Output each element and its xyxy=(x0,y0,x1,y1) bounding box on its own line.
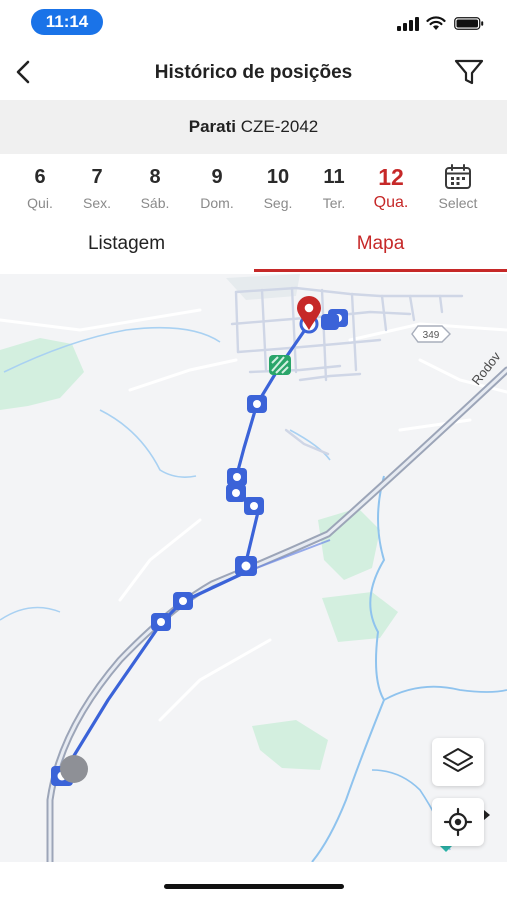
river xyxy=(383,685,507,701)
chevron-left-icon xyxy=(16,60,30,84)
date-number: 10 xyxy=(266,166,290,188)
date-number: 12 xyxy=(378,164,404,190)
location-pin-icon xyxy=(297,296,321,334)
date-weekday: Dom. xyxy=(200,195,234,211)
date-item-7[interactable]: 7 Sex. xyxy=(69,164,125,211)
tab-mapa[interactable]: Mapa xyxy=(254,220,507,274)
position-marker xyxy=(235,556,257,576)
battery-icon xyxy=(454,17,484,30)
position-marker xyxy=(321,314,339,330)
river xyxy=(99,409,197,478)
vehicle-name: Parati xyxy=(188,117,237,136)
wifi-icon xyxy=(426,16,446,30)
stop-marker xyxy=(269,355,291,375)
route-map[interactable]: 349 Rodov xyxy=(0,274,507,862)
park-area xyxy=(322,592,398,642)
date-item-9[interactable]: 9 Dom. xyxy=(189,164,245,211)
filter-funnel-icon xyxy=(454,59,484,85)
position-marker xyxy=(227,468,247,486)
date-number: 9 xyxy=(211,166,223,188)
date-item-10[interactable]: 10 Seg. xyxy=(250,164,306,211)
park-area xyxy=(252,720,328,770)
highway-shield: 349 xyxy=(411,325,451,343)
vehicle-bar: Parati CZE-2042 xyxy=(0,100,507,154)
start-point xyxy=(60,755,88,783)
date-number: 6 xyxy=(34,166,46,188)
view-tabs: Listagem Mapa xyxy=(0,220,507,274)
highway xyxy=(48,368,507,862)
river xyxy=(0,606,61,621)
calendar-icon xyxy=(445,164,471,189)
position-marker xyxy=(244,497,264,515)
status-bar: 11:14 xyxy=(0,0,507,44)
filter-button[interactable] xyxy=(452,56,486,88)
tab-listagem[interactable]: Listagem xyxy=(0,220,253,274)
home-indicator[interactable] xyxy=(164,884,344,889)
date-weekday: Ter. xyxy=(322,195,346,211)
date-weekday: Sex. xyxy=(82,195,111,211)
date-number: 8 xyxy=(149,166,161,188)
cellular-signal-icon xyxy=(397,17,419,31)
app-header: Histórico de posições xyxy=(0,44,507,100)
map-canvas: 349 Rodov xyxy=(0,274,507,862)
date-selector: 6 Qui. 7 Sex. 8 Sáb. 9 Dom. 10 Seg. 11 T… xyxy=(0,154,507,220)
date-item-8[interactable]: 8 Sáb. xyxy=(127,164,183,211)
date-number: 7 xyxy=(91,166,103,188)
map-layers-button[interactable] xyxy=(432,738,484,786)
highway xyxy=(46,366,507,862)
date-weekday: Qua. xyxy=(373,194,409,211)
page-title: Histórico de posições xyxy=(154,62,353,83)
date-item-11[interactable]: 11 Ter. xyxy=(306,164,362,211)
my-location-button[interactable] xyxy=(432,798,484,846)
date-weekday: Qui. xyxy=(27,195,53,211)
river xyxy=(289,429,331,461)
date-item-12-selected[interactable]: 12 Qua. xyxy=(363,164,419,212)
date-weekday: Seg. xyxy=(263,195,293,211)
status-time: 11:14 xyxy=(31,9,103,35)
date-number: 11 xyxy=(323,166,345,188)
position-marker xyxy=(226,484,246,502)
date-item-6[interactable]: 6 Qui. xyxy=(12,164,68,211)
position-marker xyxy=(173,592,193,610)
layers-icon xyxy=(443,748,473,772)
vehicle-plate: CZE-2042 xyxy=(240,117,319,136)
position-marker xyxy=(151,613,171,631)
highway-number: 349 xyxy=(423,330,440,341)
date-weekday: Sáb. xyxy=(140,195,170,211)
park-area xyxy=(0,338,84,410)
select-date-label: Select xyxy=(438,195,478,211)
route-line xyxy=(62,322,311,774)
position-marker xyxy=(247,395,267,413)
crosshair-location-icon xyxy=(443,807,473,837)
back-button[interactable] xyxy=(8,56,40,88)
select-date-button[interactable]: Select xyxy=(428,164,488,211)
